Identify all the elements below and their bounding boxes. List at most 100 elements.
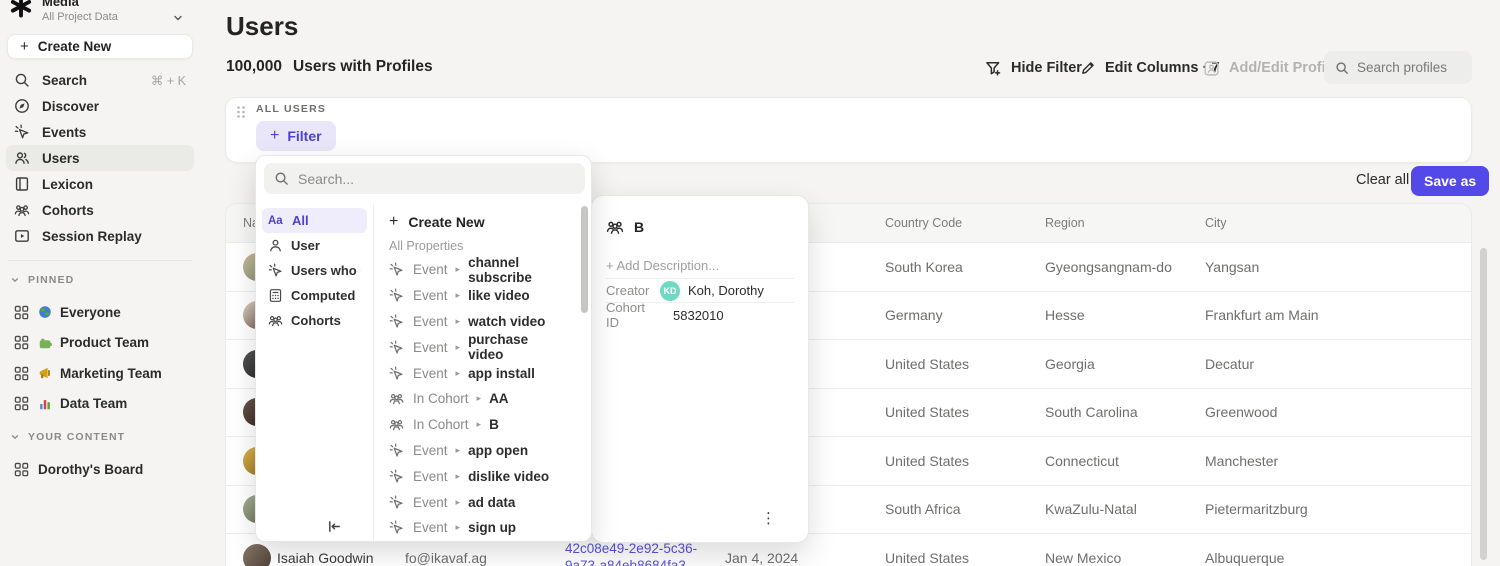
property-prefix: Event — [413, 262, 448, 277]
your-content-section-header[interactable]: YOUR CONTENT — [10, 431, 125, 443]
puzzle-icon — [38, 336, 52, 350]
column-header-city[interactable]: City — [1205, 216, 1227, 230]
city-cell: Decatur — [1205, 356, 1254, 372]
your-content-section-title: YOUR CONTENT — [28, 431, 125, 443]
email-cell: fo@ikavaf.ag — [405, 550, 487, 566]
country-cell: South Korea — [885, 259, 963, 275]
dropdown-scrollbar[interactable] — [581, 206, 588, 313]
chevron-right-icon: ▸ — [455, 316, 462, 327]
category-users-who-did[interactable]: Users who di... — [262, 258, 367, 283]
column-header-region[interactable]: Region — [1045, 216, 1085, 230]
user-count: 100,000 — [226, 58, 282, 76]
profiles-search-box[interactable] — [1324, 51, 1472, 84]
table-scrollbar[interactable] — [1480, 248, 1487, 560]
event-icon — [14, 124, 30, 140]
project-switcher[interactable]: Media All Project Data — [6, 0, 194, 26]
filter-group-label: ALL USERS — [256, 103, 326, 115]
sidebar-board-everyone[interactable]: Everyone — [6, 298, 194, 326]
chevron-down-icon[interactable] — [172, 12, 184, 24]
sidebar-board-product-team[interactable]: Product Team — [6, 329, 194, 357]
nav-label: Events — [42, 125, 86, 140]
property-item[interactable]: Event ▸ ad data — [377, 489, 567, 515]
property-prefix: Event — [413, 314, 448, 329]
add-filter-label: Filter — [287, 128, 321, 144]
more-options-icon[interactable]: ⋮ — [761, 511, 776, 526]
board-grid-icon — [14, 396, 29, 411]
sidebar-item-events[interactable]: Events — [6, 119, 194, 145]
plus-icon: + — [389, 214, 398, 230]
board-label: Product Team — [60, 335, 149, 350]
create-new-button[interactable]: + Create New — [7, 34, 193, 59]
pinned-section-header[interactable]: PINNED — [10, 274, 74, 286]
region-cell: Hesse — [1045, 307, 1085, 323]
sidebar-item-search[interactable]: Search ⌘ + K — [6, 67, 194, 93]
sidebar-item-discover[interactable]: Discover — [6, 93, 194, 119]
region-cell: South Carolina — [1045, 404, 1138, 420]
category-cohorts[interactable]: Cohorts — [262, 308, 367, 333]
region-cell: New Mexico — [1045, 550, 1121, 566]
creator-label: Creator — [606, 283, 660, 298]
save-as-button[interactable]: Save as — [1411, 166, 1489, 196]
property-item[interactable]: Event ▸ like video — [377, 283, 567, 309]
category-computed[interactable]: Computed — [262, 283, 367, 308]
cohort-icon — [389, 391, 404, 406]
property-item[interactable]: Event ▸ channel subscribe — [377, 257, 567, 283]
profiles-search-input[interactable] — [1357, 60, 1467, 75]
user-id-link[interactable]: 42c08e49-2e92-5c36-9a73-a84eb8684fa3 — [565, 541, 715, 566]
event-icon — [389, 262, 404, 277]
property-item[interactable]: Event ▸ dislike video — [377, 463, 567, 489]
country-cell: United States — [885, 404, 969, 420]
property-name: ad data — [468, 495, 515, 510]
add-filter-button[interactable]: + Filter — [256, 121, 336, 151]
add-edit-profile-button[interactable]: Add/Edit Profile — [1203, 52, 1338, 84]
collapse-panel-icon[interactable] — [322, 514, 346, 538]
country-cell: United States — [885, 356, 969, 372]
property-item[interactable]: Event ▸ purchase video — [377, 334, 567, 360]
board-label: Dorothy's Board — [38, 462, 143, 477]
column-header-country-code[interactable]: Country Code — [885, 216, 962, 230]
chevron-right-icon: ▸ — [455, 471, 462, 482]
sidebar-item-session-replay[interactable]: Session Replay — [6, 223, 194, 249]
event-icon — [389, 495, 404, 510]
property-prefix: Event — [413, 340, 448, 355]
sidebar-divider — [8, 260, 192, 261]
property-item[interactable]: In Cohort ▸ B — [377, 412, 567, 438]
page-title: Users — [226, 11, 298, 42]
nav-label: Cohorts — [42, 203, 94, 218]
category-user[interactable]: User — [262, 233, 367, 258]
property-item[interactable]: In Cohort ▸ AA — [377, 386, 567, 412]
sidebar-item-users[interactable]: Users — [6, 145, 194, 171]
barchart-icon — [38, 397, 52, 411]
property-prefix: Event — [413, 520, 448, 535]
property-name: sign up — [468, 520, 516, 535]
drag-handle-icon[interactable] — [235, 105, 247, 119]
chevron-right-icon: ▸ — [455, 497, 462, 508]
event-icon — [389, 288, 404, 303]
dropdown-search-input[interactable] — [298, 171, 548, 187]
property-item[interactable]: Event ▸ sign up — [377, 515, 567, 541]
property-item[interactable]: Event ▸ app install — [377, 360, 567, 386]
project-subtitle: All Project Data — [42, 11, 118, 23]
create-new-label: Create New — [38, 39, 112, 54]
sidebar-item-lexicon[interactable]: Lexicon — [6, 171, 194, 197]
sidebar-board-data-team[interactable]: Data Team — [6, 390, 194, 418]
pinned-section-title: PINNED — [28, 274, 74, 286]
chevron-right-icon: ▸ — [455, 368, 462, 379]
dropdown-search-box[interactable] — [264, 163, 585, 194]
property-item[interactable]: Event ▸ app open — [377, 438, 567, 464]
sidebar-board-dorothys-board[interactable]: Dorothy's Board — [6, 455, 194, 483]
property-item[interactable]: Event ▸ watch video — [377, 309, 567, 335]
user-count-label[interactable]: Users with Profiles — [293, 58, 433, 76]
board-label: Data Team — [60, 396, 127, 411]
hide-filter-button[interactable]: Hide Filter — [985, 52, 1082, 84]
edit-columns-button[interactable]: Edit Columns · 7 — [1080, 52, 1219, 84]
nav-label: Session Replay — [42, 229, 142, 244]
sidebar-board-marketing-team[interactable]: Marketing Team — [6, 359, 194, 387]
person-icon — [268, 238, 283, 253]
clear-all-button[interactable]: Clear all — [1356, 172, 1409, 188]
region-cell: Connecticut — [1045, 453, 1119, 469]
category-all[interactable]: Aa All — [262, 208, 367, 233]
create-new-property-button[interactable]: + Create New — [374, 208, 591, 235]
add-description-button[interactable]: + Add Description... — [606, 253, 794, 279]
sidebar-item-cohorts[interactable]: Cohorts — [6, 197, 194, 223]
